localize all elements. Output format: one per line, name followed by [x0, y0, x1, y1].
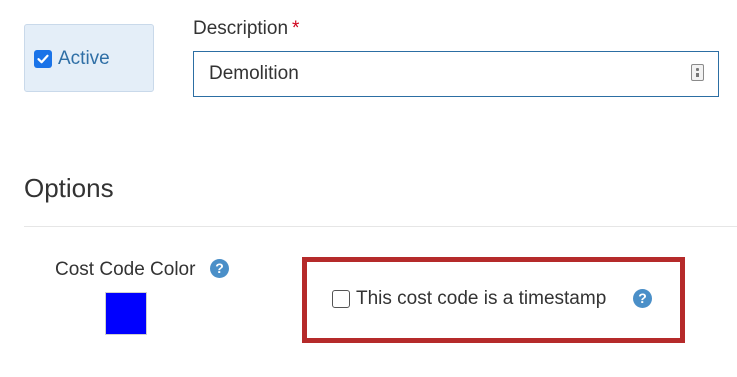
- cost-code-color-swatch[interactable]: [105, 292, 147, 335]
- timestamp-label[interactable]: This cost code is a timestamp: [356, 287, 606, 311]
- active-label[interactable]: Active: [58, 47, 110, 71]
- clipboard-icon[interactable]: [691, 64, 704, 81]
- required-marker: *: [292, 18, 300, 39]
- description-label: Description *: [193, 18, 300, 39]
- help-icon[interactable]: ?: [210, 259, 229, 278]
- checkmark-icon: [37, 54, 49, 64]
- section-title-options: Options: [24, 173, 114, 203]
- cost-code-form: Active Description* Options Cost Code Co…: [0, 0, 737, 377]
- active-checkbox[interactable]: [34, 50, 52, 68]
- cost-code-color-label: Cost Code Color: [55, 259, 196, 280]
- timestamp-checkbox[interactable]: [332, 290, 350, 308]
- section-divider: [24, 226, 737, 227]
- active-toggle[interactable]: Active: [24, 24, 154, 92]
- help-icon[interactable]: ?: [633, 289, 652, 308]
- description-input[interactable]: [193, 51, 719, 97]
